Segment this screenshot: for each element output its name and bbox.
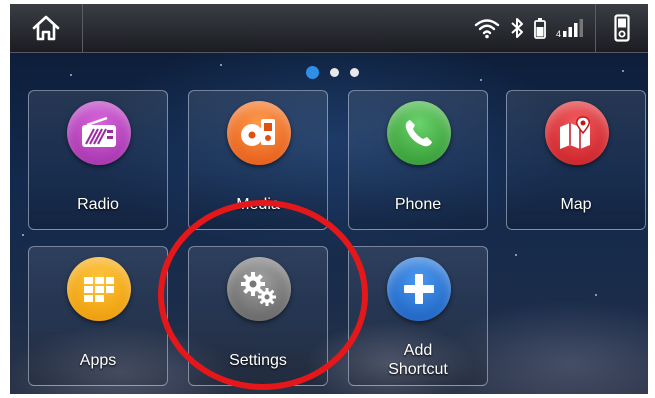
star — [622, 70, 624, 72]
star — [340, 236, 342, 238]
page-dot-3[interactable] — [350, 68, 359, 77]
radio-icon — [67, 101, 131, 165]
settings-label: Settings — [229, 352, 287, 369]
star — [70, 74, 72, 76]
media-icon — [227, 101, 291, 165]
settings-tile[interactable]: Settings — [188, 246, 328, 386]
apps-icon — [67, 257, 131, 321]
status-bar: 4 — [10, 4, 648, 53]
media-tile[interactable]: Media — [188, 90, 328, 230]
star — [220, 64, 222, 66]
home-button[interactable] — [10, 4, 83, 52]
map-label: Map — [560, 196, 592, 213]
media-label: Media — [236, 196, 280, 213]
signal-icon: 4 — [556, 19, 583, 39]
home-icon — [32, 15, 60, 41]
radio-label: Radio — [77, 196, 119, 213]
phone-device-button[interactable] — [595, 4, 648, 52]
phone-tile[interactable]: Phone — [348, 90, 488, 230]
battery-icon — [534, 18, 546, 39]
page-indicator — [306, 66, 359, 79]
phone-icon — [387, 101, 451, 165]
add-shortcut-tile[interactable]: Add Shortcut — [348, 246, 488, 386]
phone-device-icon — [614, 14, 630, 42]
gear-icon — [227, 257, 291, 321]
add-shortcut-label-line1: Add — [403, 342, 433, 359]
star — [480, 79, 482, 81]
bluetooth-icon — [511, 18, 523, 38]
map-tile[interactable]: Map — [506, 90, 646, 230]
page-dot-2[interactable] — [330, 68, 339, 77]
star — [515, 254, 517, 256]
plus-icon — [387, 257, 451, 321]
wifi-icon — [474, 19, 500, 39]
status-icons: 4 — [474, 4, 586, 52]
svg-text:4: 4 — [556, 29, 561, 39]
map-icon — [545, 101, 609, 165]
add-shortcut-label-line2: Shortcut — [388, 361, 448, 378]
infotainment-screen: 4 Radio Media Phone Map Apps Settings Ad… — [10, 4, 648, 394]
apps-label: Apps — [79, 352, 117, 369]
phone-label: Phone — [394, 196, 442, 213]
radio-tile[interactable]: Radio — [28, 90, 168, 230]
star — [595, 294, 597, 296]
apps-tile[interactable]: Apps — [28, 246, 168, 386]
page-dot-1[interactable] — [306, 66, 319, 79]
star — [22, 234, 24, 236]
